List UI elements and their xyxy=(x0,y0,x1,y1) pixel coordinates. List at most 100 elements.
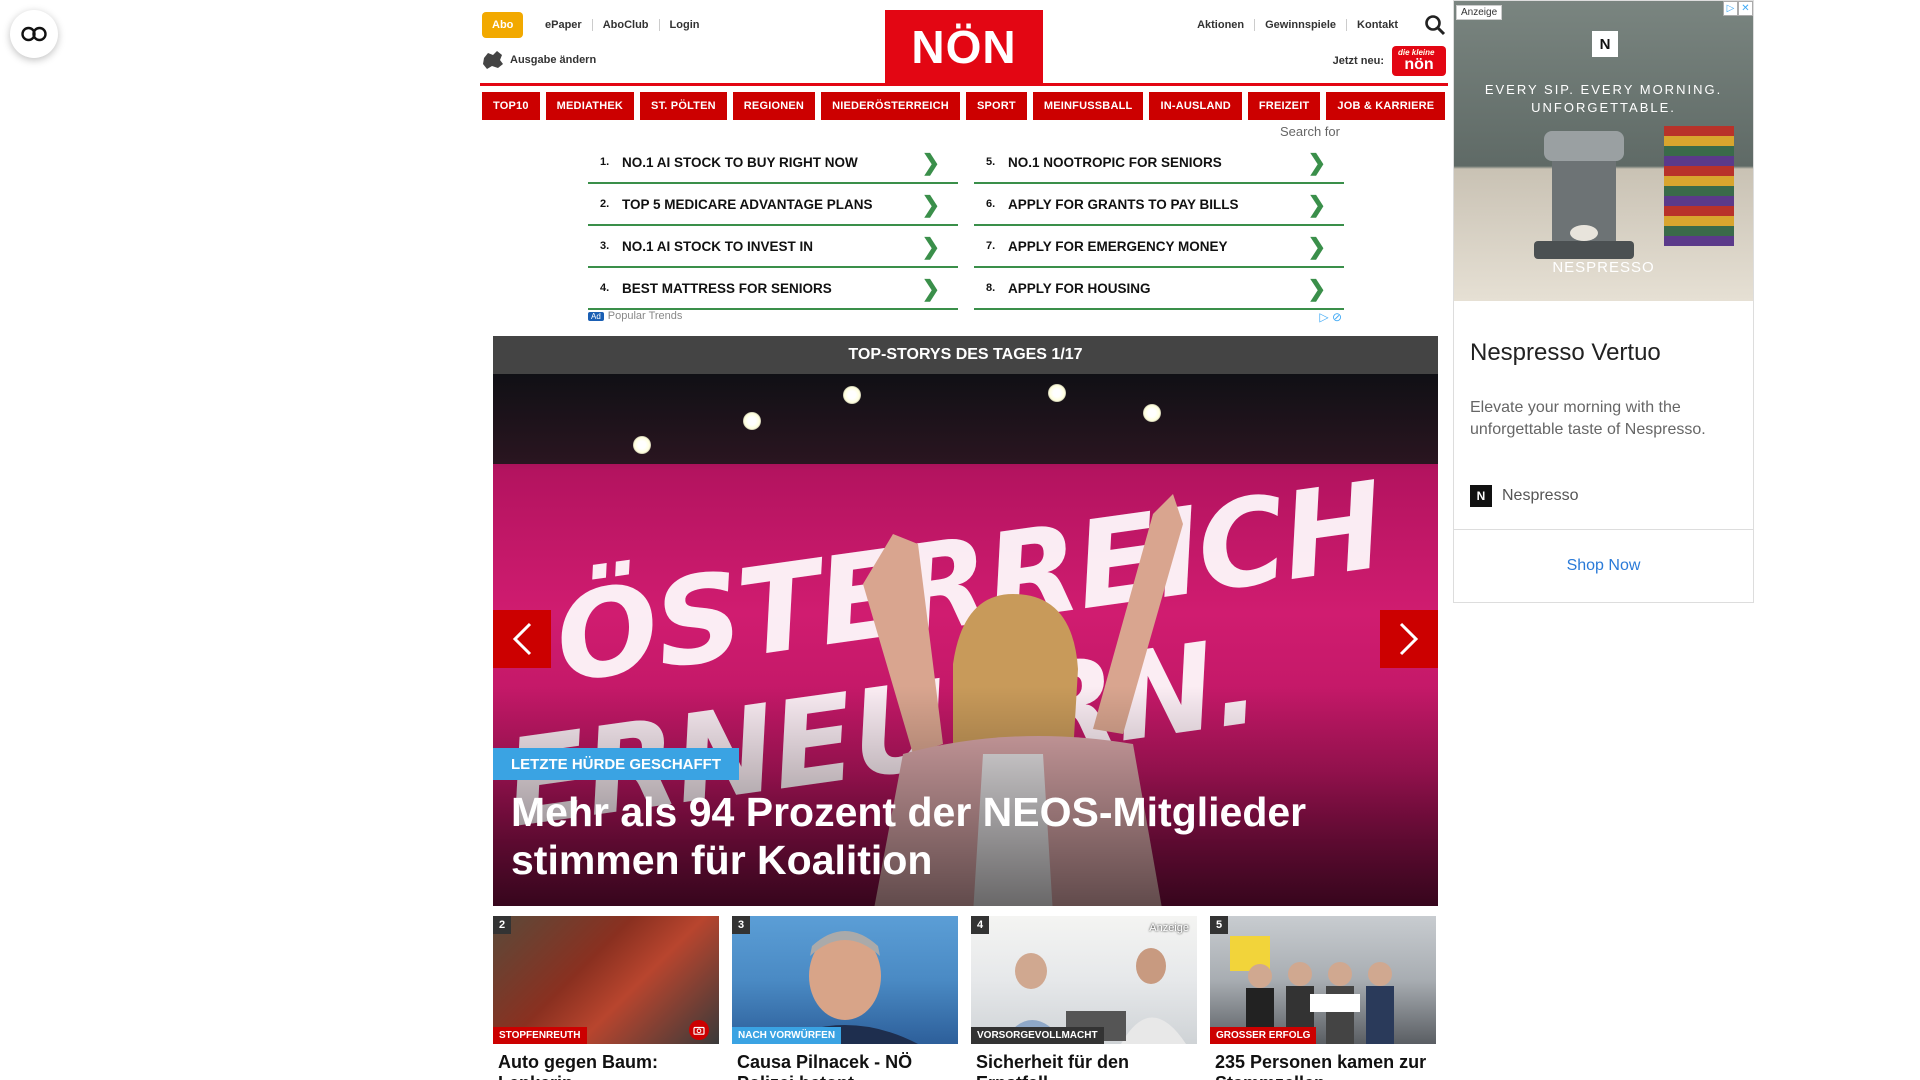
nav-item-meinfussball[interactable]: MEINFUSSBALL xyxy=(1032,92,1144,120)
stage-light xyxy=(1048,384,1066,402)
abo-button[interactable]: Abo xyxy=(482,12,524,38)
sponsored-link[interactable]: 6. APPLY FOR GRANTS TO PAY BILLS ❯ xyxy=(974,184,1344,226)
hero-headline[interactable]: Mehr als 94 Prozent der NEOS-Mitglieder … xyxy=(511,788,1411,884)
story-image: 4 Anzeige VORSORGEVOLLMACHT xyxy=(971,916,1197,1044)
sponsored-link-number: 6. xyxy=(986,198,996,210)
top-links-right: Aktionen Gewinnspiele Kontakt xyxy=(1187,12,1408,38)
story-title[interactable]: 235 Personen kamen zur Stammzellen- xyxy=(1210,1044,1436,1080)
sponsored-link[interactable]: 1. NO.1 AI STOCK TO BUY RIGHT NOW ❯ xyxy=(588,142,958,184)
chevron-left-icon xyxy=(512,622,532,656)
nespresso-logo: N xyxy=(1592,31,1618,57)
story-rank: 3 xyxy=(732,916,750,934)
adchoices-icon[interactable]: ▷ xyxy=(1723,1,1738,16)
aktionen-link[interactable]: Aktionen xyxy=(1187,19,1256,31)
epaper-link[interactable]: ePaper xyxy=(535,19,593,31)
ad-search-label: Search for xyxy=(1280,124,1340,139)
adchoices-controls[interactable]: ▷ ✕ xyxy=(1723,1,1753,16)
top-stories-header: TOP-STORYS DES TAGES 1/17 xyxy=(493,336,1438,374)
shop-now-button[interactable]: Shop Now xyxy=(1454,557,1753,575)
ad-image-brand: NESPRESSO xyxy=(1552,259,1655,276)
ad-headline[interactable]: Nespresso Vertuo xyxy=(1470,339,1661,367)
sponsored-link[interactable]: 2. TOP 5 MEDICARE ADVANTAGE PLANS ❯ xyxy=(588,184,958,226)
story-title[interactable]: Auto gegen Baum: Lenkerin xyxy=(493,1044,719,1080)
nav-item-freizeit[interactable]: FREIZEIT xyxy=(1247,92,1321,120)
sponsored-link-number: 3. xyxy=(600,240,610,252)
accessibility-icon xyxy=(21,26,47,42)
meeting-image xyxy=(1001,948,1186,1044)
sponsored-link-label: APPLY FOR GRANTS TO PAY BILLS xyxy=(1008,196,1239,212)
nav-item-job-karriere[interactable]: JOB & KARRIERE xyxy=(1326,92,1446,120)
nav-item-regionen[interactable]: REGIONEN xyxy=(732,92,816,120)
ad-advertiser[interactable]: N Nespresso xyxy=(1470,485,1578,507)
ad-slogan: EVERY SIP. EVERY MORNING. UNFORGETTABLE. xyxy=(1484,82,1723,115)
sponsored-link-label: TOP 5 MEDICARE ADVANTAGE PLANS xyxy=(622,196,873,212)
chevron-right-icon: ❯ xyxy=(921,192,940,217)
story-image: 2 STOPFENREUTH xyxy=(493,916,719,1044)
nav-item-st-poelten[interactable]: ST. PÖLTEN xyxy=(640,92,727,120)
story-image: 3 NACH VORWÜRFEN xyxy=(732,916,958,1044)
display-ad[interactable]: Anzeige ▷ ✕ N EVERY SIP. EVERY MORNING. … xyxy=(1453,0,1754,603)
story-kicker: STOPFENREUTH xyxy=(493,1027,587,1044)
sponsored-link-number: 7. xyxy=(986,240,996,252)
nav-item-sport[interactable]: SPORT xyxy=(965,92,1027,120)
carousel-prev-button[interactable] xyxy=(493,610,551,668)
hero-kicker: LETZTE HÜRDE GESCHAFFT xyxy=(493,748,739,780)
edition-selector[interactable]: Ausgabe ändern xyxy=(482,50,596,70)
sponsored-link[interactable]: 3. NO.1 AI STOCK TO INVEST IN ❯ xyxy=(588,226,958,268)
sponsored-links-footer: Ad Popular Trends ▷ ⊘ xyxy=(588,310,1344,324)
ad-label: Anzeige xyxy=(1456,5,1503,20)
sponsored-link-label: NO.1 AI STOCK TO INVEST IN xyxy=(622,238,814,254)
chevron-right-icon: ❯ xyxy=(921,234,940,259)
story-kicker: VORSORGEVOLLMACHT xyxy=(971,1027,1104,1044)
sponsored-link[interactable]: 4. BEST MATTRESS FOR SENIORS ❯ xyxy=(588,268,958,310)
story-card[interactable]: 2 STOPFENREUTH Auto gegen Baum: Lenkerin xyxy=(493,916,719,1080)
nav-item-top10[interactable]: TOP10 xyxy=(482,92,540,120)
nav-item-in-ausland[interactable]: IN-AUSLAND xyxy=(1149,92,1242,120)
story-card[interactable]: 5 GROSSER ERFOLG 235 Personen kamen zur … xyxy=(1210,916,1436,1080)
stage-light xyxy=(843,386,861,404)
advertiser-name: Nespresso xyxy=(1502,487,1579,504)
kleine-noen-logo[interactable]: die kleine nön xyxy=(1392,46,1446,76)
portrait-image xyxy=(772,931,918,1044)
story-kicker: GROSSER ERFOLG xyxy=(1210,1027,1317,1044)
new-product-promo[interactable]: Jetzt neu: die kleine nön xyxy=(1333,46,1446,76)
adchoices-icon[interactable]: ▷ ⊘ xyxy=(1319,310,1342,324)
nespresso-icon: N xyxy=(1470,485,1492,507)
site-logo[interactable]: NÖN xyxy=(885,10,1043,84)
nav-item-mediathek[interactable]: MEDIATHEK xyxy=(545,92,635,120)
new-product-label: Jetzt neu: xyxy=(1332,55,1384,67)
kleine-noen-logo-small: die kleine xyxy=(1398,48,1435,57)
story-card[interactable]: 3 NACH VORWÜRFEN Causa Pilnacek - NÖ Pol… xyxy=(732,916,958,1080)
map-region-icon xyxy=(483,51,503,69)
sponsored-link[interactable]: 8. APPLY FOR HOUSING ❯ xyxy=(974,268,1344,310)
story-rank: 5 xyxy=(1210,916,1228,934)
carousel-next-button[interactable] xyxy=(1380,610,1438,668)
camera-icon xyxy=(689,1020,709,1040)
chevron-right-icon xyxy=(1399,622,1419,656)
close-icon[interactable]: ✕ xyxy=(1738,1,1753,16)
sponsored-link[interactable]: 7. APPLY FOR EMERGENCY MONEY ❯ xyxy=(974,226,1344,268)
ad-image[interactable]: Anzeige ▷ ✕ N EVERY SIP. EVERY MORNING. … xyxy=(1454,1,1753,301)
nav-item-niederoesterreich[interactable]: NIEDERÖSTERREICH xyxy=(821,92,960,120)
story-rank: 2 xyxy=(493,916,511,934)
sponsored-label: Anzeige xyxy=(1149,922,1189,934)
kontakt-link[interactable]: Kontakt xyxy=(1347,19,1408,31)
sponsored-links: 1. NO.1 AI STOCK TO BUY RIGHT NOW ❯ 5. NO.1… xyxy=(588,142,1344,310)
top-links-left: ePaper AboClub Login xyxy=(535,12,709,38)
accessibility-button[interactable] xyxy=(10,10,58,58)
stage-light xyxy=(1143,404,1161,422)
sponsored-link[interactable]: 5. NO.1 NOOTROPIC FOR SENIORS ❯ xyxy=(974,142,1344,184)
group-photo-image xyxy=(1230,936,1394,1044)
sponsored-link-number: 2. xyxy=(600,198,610,210)
gewinnspiele-link[interactable]: Gewinnspiele xyxy=(1255,19,1348,31)
story-title[interactable]: Causa Pilnacek - NÖ Polizei betont xyxy=(732,1044,958,1080)
login-link[interactable]: Login xyxy=(660,19,710,31)
sponsored-link-label: NO.1 NOOTROPIC FOR SENIORS xyxy=(1008,154,1222,170)
sponsored-link-number: 4. xyxy=(600,282,610,294)
story-title[interactable]: Sicherheit für den Ernstfall xyxy=(971,1044,1197,1080)
hero-story[interactable]: ÖSTERREICH ERNEUERN. LETZTE HÜRDE GESCHA… xyxy=(493,374,1438,906)
search-icon[interactable] xyxy=(1424,14,1446,36)
chevron-right-icon: ❯ xyxy=(1307,192,1326,217)
story-card[interactable]: 4 Anzeige VORSORGEVOLLMACHT Sicherheit f… xyxy=(971,916,1197,1080)
aboclub-link[interactable]: AboClub xyxy=(593,19,660,31)
